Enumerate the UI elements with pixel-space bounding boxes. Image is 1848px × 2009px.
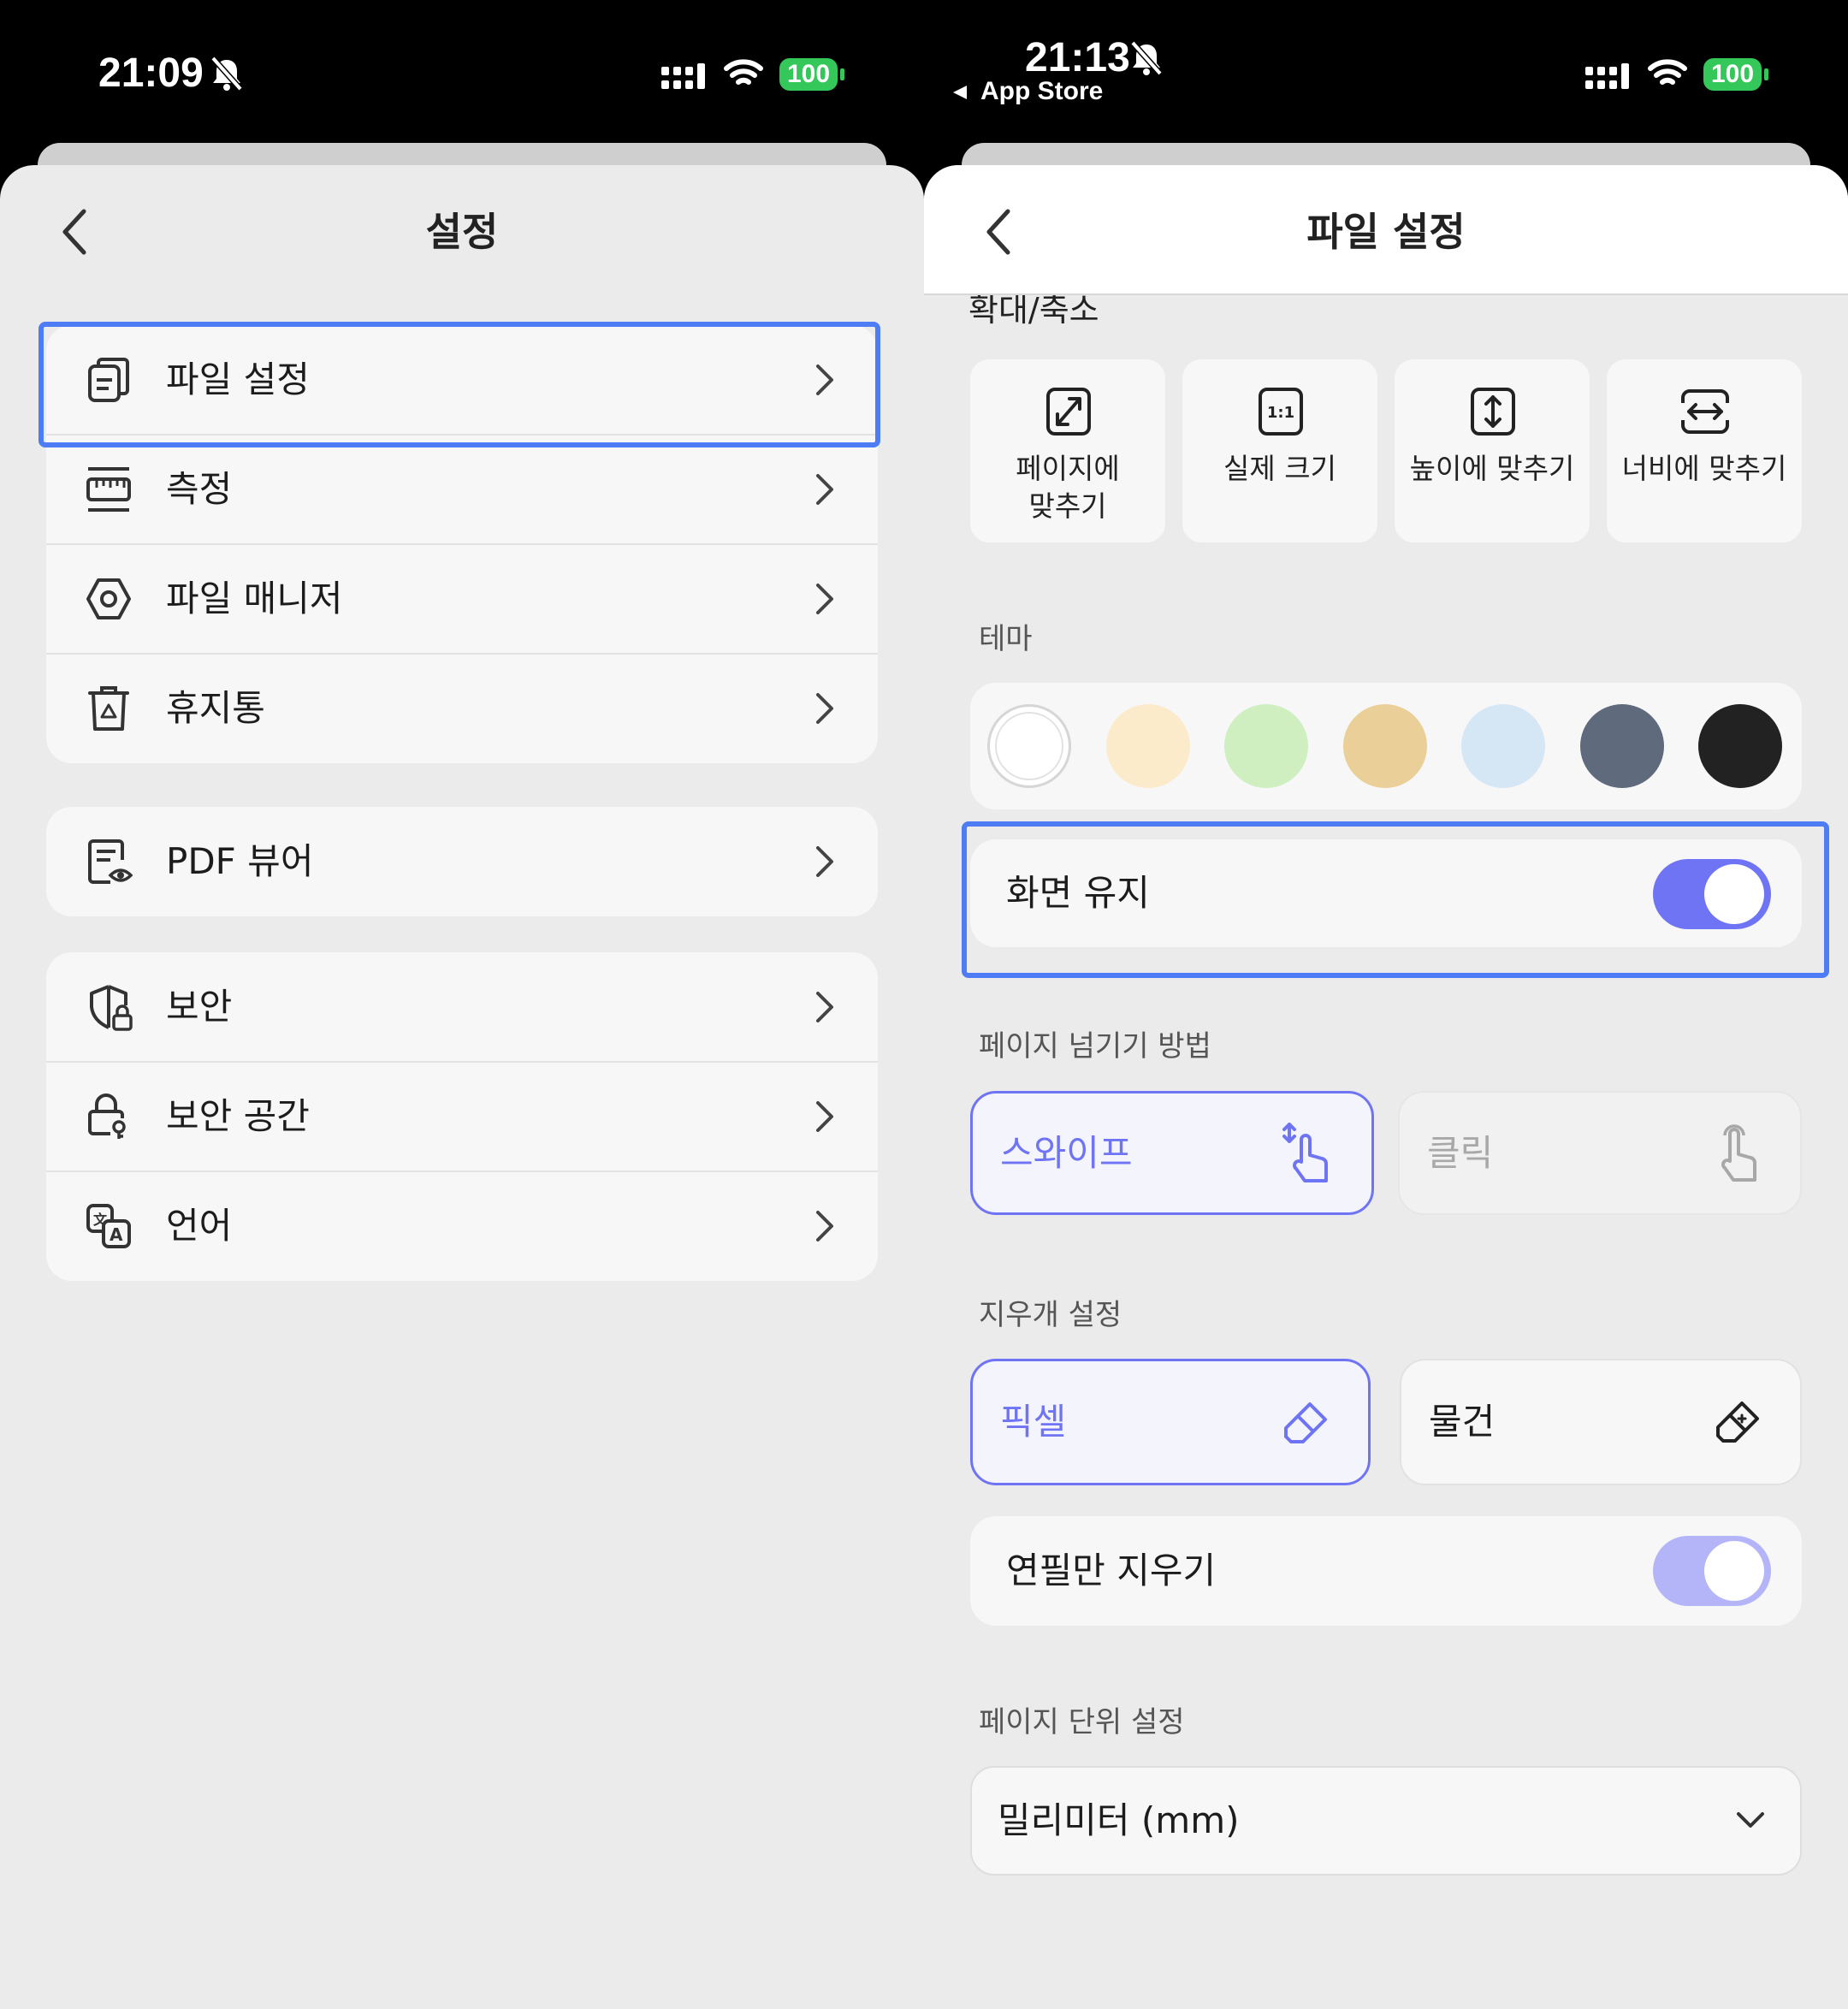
lock-key-icon bbox=[88, 1093, 126, 1139]
zoom-option-label: 높이에 맞추기 bbox=[1409, 452, 1575, 485]
theme-palette bbox=[970, 683, 1802, 809]
zoom-fit-width-button[interactable]: 너비에 맞추기 bbox=[1607, 359, 1802, 542]
shield-icon bbox=[90, 985, 133, 1031]
svg-text:A: A bbox=[110, 1224, 123, 1245]
language-icon: 文 A bbox=[86, 1204, 131, 1248]
pencil-only-row: 연필만 지우기 bbox=[970, 1516, 1802, 1626]
page-turn-click-option[interactable]: 클릭 bbox=[1398, 1091, 1802, 1215]
chevron-right-icon bbox=[816, 992, 833, 1022]
settings-item-trash[interactable]: 휴지통 bbox=[46, 654, 878, 763]
battery-indicator: 100 bbox=[779, 58, 838, 91]
chevron-right-icon bbox=[816, 474, 833, 505]
settings-group-3: 보안 보안 공간 文 A 언어 bbox=[46, 952, 878, 1281]
option-label: 클릭 bbox=[1427, 1132, 1494, 1174]
trash-icon bbox=[88, 686, 129, 731]
back-triangle-icon bbox=[953, 86, 967, 99]
swipe-hand-icon bbox=[1282, 1123, 1328, 1182]
theme-swatch[interactable] bbox=[1342, 704, 1427, 788]
theme-swatch[interactable] bbox=[1461, 704, 1545, 788]
wifi-icon bbox=[1648, 59, 1687, 85]
settings-item-measure[interactable]: 측정 bbox=[46, 435, 878, 544]
eraser-object-option[interactable]: 물건 bbox=[1400, 1359, 1802, 1485]
header-bar: 파일 설정 bbox=[924, 165, 1848, 295]
hexagon-nut-icon bbox=[86, 578, 131, 619]
battery-tip bbox=[1764, 68, 1768, 80]
settings-group-2: PDF 뷰어 bbox=[46, 807, 878, 916]
eraser-icon bbox=[1284, 1402, 1327, 1443]
theme-swatch[interactable] bbox=[987, 704, 1071, 788]
file-settings-sheet: 파일 설정 확대/축소 페이지에 맞추기 1:1 실제 크기 높이에 맞추기 너… bbox=[924, 165, 1848, 2009]
tap-hand-icon bbox=[1721, 1124, 1756, 1182]
page-unit-select[interactable]: 밀리미터 (mm) bbox=[970, 1766, 1802, 1876]
wifi-icon bbox=[724, 59, 763, 85]
toggle-knob bbox=[1704, 1541, 1764, 1601]
page-turn-swipe-option[interactable]: 스와이프 bbox=[970, 1091, 1374, 1215]
option-label: 물건 bbox=[1429, 1401, 1496, 1443]
ruler-icon bbox=[86, 467, 131, 512]
page-turn-section-label: 페이지 넘기기 방법 bbox=[979, 1029, 1211, 1064]
chevron-right-icon bbox=[816, 1211, 833, 1242]
settings-item-file-manager[interactable]: 파일 매니저 bbox=[46, 544, 878, 654]
bell-slash-icon bbox=[1130, 40, 1163, 76]
pencil-only-label: 연필만 지우기 bbox=[1006, 1550, 1217, 1591]
fit-page-icon bbox=[1046, 388, 1091, 436]
status-time: 21:13 bbox=[1025, 35, 1130, 80]
fit-height-icon bbox=[1471, 388, 1515, 436]
settings-item-label: 휴지통 bbox=[166, 687, 265, 729]
pencil-only-toggle[interactable] bbox=[1653, 1536, 1771, 1606]
chevron-right-icon bbox=[816, 584, 833, 614]
zoom-option-label: 페이지에 맞추기 bbox=[1016, 452, 1120, 523]
settings-item-pdf-viewer[interactable]: PDF 뷰어 bbox=[46, 807, 878, 916]
settings-item-label: 보안 bbox=[166, 986, 233, 1028]
object-eraser-icon bbox=[1716, 1402, 1759, 1443]
back-app-label: App Store bbox=[980, 77, 1104, 105]
settings-sheet: 설정 파일 설정 측정 파일 매니저 휴지통 PDF 뷰어 보안 보안 공간 文… bbox=[0, 165, 924, 2009]
battery-tip bbox=[840, 68, 844, 80]
settings-item-secure-space[interactable]: 보안 공간 bbox=[46, 1062, 878, 1171]
settings-item-label: 언어 bbox=[166, 1205, 233, 1247]
settings-item-label: PDF 뷰어 bbox=[166, 840, 314, 882]
theme-swatch[interactable] bbox=[1579, 704, 1664, 788]
theme-swatch[interactable] bbox=[1224, 704, 1308, 788]
settings-item-language[interactable]: 文 A 언어 bbox=[46, 1171, 878, 1281]
fit-width-icon bbox=[1680, 389, 1730, 434]
theme-swatch[interactable] bbox=[1105, 704, 1190, 788]
option-label: 픽셀 bbox=[1000, 1401, 1067, 1443]
page-unit-value: 밀리미터 (mm) bbox=[998, 1799, 1240, 1841]
page-title: 설정 bbox=[425, 209, 499, 255]
settings-item-label: 보안 공간 bbox=[166, 1095, 310, 1137]
bell-slash-icon bbox=[210, 56, 243, 92]
zoom-fit-height-button[interactable]: 높이에 맞추기 bbox=[1395, 359, 1590, 542]
theme-swatch[interactable] bbox=[1698, 704, 1782, 788]
zoom-fit-page-button[interactable]: 페이지에 맞추기 bbox=[970, 359, 1165, 542]
settings-item-label: 측정 bbox=[166, 468, 233, 510]
battery-indicator: 100 bbox=[1703, 58, 1762, 91]
cellular-signal-icon bbox=[1585, 63, 1629, 89]
pdf-viewer-icon bbox=[88, 839, 133, 884]
zoom-option-label: 너비에 맞추기 bbox=[1621, 452, 1787, 485]
chevron-right-icon bbox=[816, 846, 833, 877]
status-time: 21:09 bbox=[98, 50, 204, 96]
zoom-option-label: 실제 크기 bbox=[1223, 452, 1336, 485]
page-title: 파일 설정 bbox=[1306, 209, 1466, 255]
zoom-actual-size-button[interactable]: 1:1 실제 크기 bbox=[1182, 359, 1377, 542]
eraser-pixel-option[interactable]: 픽셀 bbox=[970, 1359, 1371, 1485]
chevron-right-icon bbox=[816, 1101, 833, 1132]
eraser-section-label: 지우개 설정 bbox=[979, 1298, 1122, 1332]
chevron-down-icon bbox=[1737, 1812, 1764, 1828]
highlight-box bbox=[38, 322, 880, 447]
theme-section-label: 테마 bbox=[979, 622, 1033, 656]
settings-item-security[interactable]: 보안 bbox=[46, 952, 878, 1062]
cellular-signal-icon bbox=[661, 63, 705, 89]
highlight-box bbox=[962, 821, 1829, 978]
page-unit-section-label: 페이지 단위 설정 bbox=[979, 1705, 1185, 1739]
chevron-right-icon bbox=[816, 693, 833, 724]
settings-item-label: 파일 매니저 bbox=[166, 578, 343, 619]
actual-size-icon-text: 1:1 bbox=[1266, 404, 1295, 422]
option-label: 스와이프 bbox=[1000, 1132, 1133, 1174]
